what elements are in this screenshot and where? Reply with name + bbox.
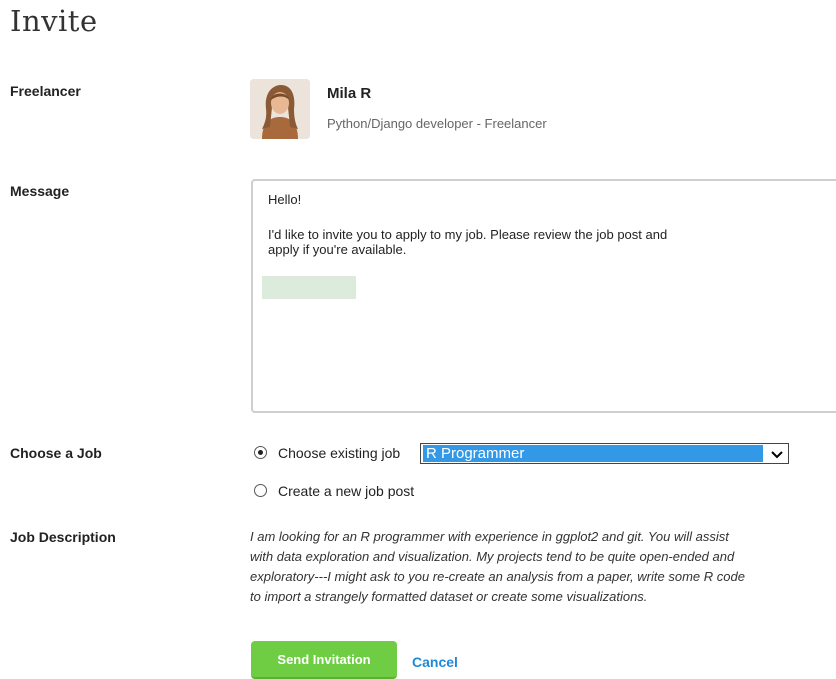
freelancer-label: Freelancer (10, 83, 81, 99)
job-description-line: I am looking for an R programmer with ex… (250, 529, 729, 544)
freelancer-name[interactable]: Mila R (327, 85, 371, 102)
message-line: Hello! (268, 192, 302, 207)
message-line: I'd like to invite you to apply to my jo… (268, 227, 668, 242)
message-textarea[interactable]: Hello! I'd like to invite you to apply t… (251, 179, 836, 413)
freelancer-subtitle: Python/Django developer - Freelancer (327, 116, 547, 131)
send-invitation-button[interactable]: Send Invitation (251, 641, 397, 679)
text-selection-highlight (262, 276, 356, 299)
page-title: Invite (10, 4, 98, 38)
choose-existing-label[interactable]: Choose existing job (278, 445, 400, 461)
job-select[interactable]: R Programmer (420, 443, 789, 464)
create-new-radio[interactable] (254, 484, 267, 497)
job-description-line: with data exploration and visualization.… (250, 549, 735, 564)
choose-job-label: Choose a Job (10, 445, 102, 461)
message-label: Message (10, 183, 70, 199)
job-description-line: to import a strangely formatted dataset … (250, 589, 648, 604)
job-select-value: R Programmer (423, 445, 763, 462)
job-description-label: Job Description (10, 529, 116, 545)
choose-existing-radio[interactable] (254, 446, 267, 459)
cancel-link[interactable]: Cancel (412, 654, 458, 670)
message-line: apply if you're available. (268, 242, 407, 257)
chevron-down-icon[interactable] (767, 444, 787, 463)
job-description-line: exploratory---I might ask to you re-crea… (250, 569, 745, 584)
avatar (250, 79, 310, 139)
avatar-photo (250, 79, 310, 139)
create-new-label[interactable]: Create a new job post (278, 483, 414, 499)
